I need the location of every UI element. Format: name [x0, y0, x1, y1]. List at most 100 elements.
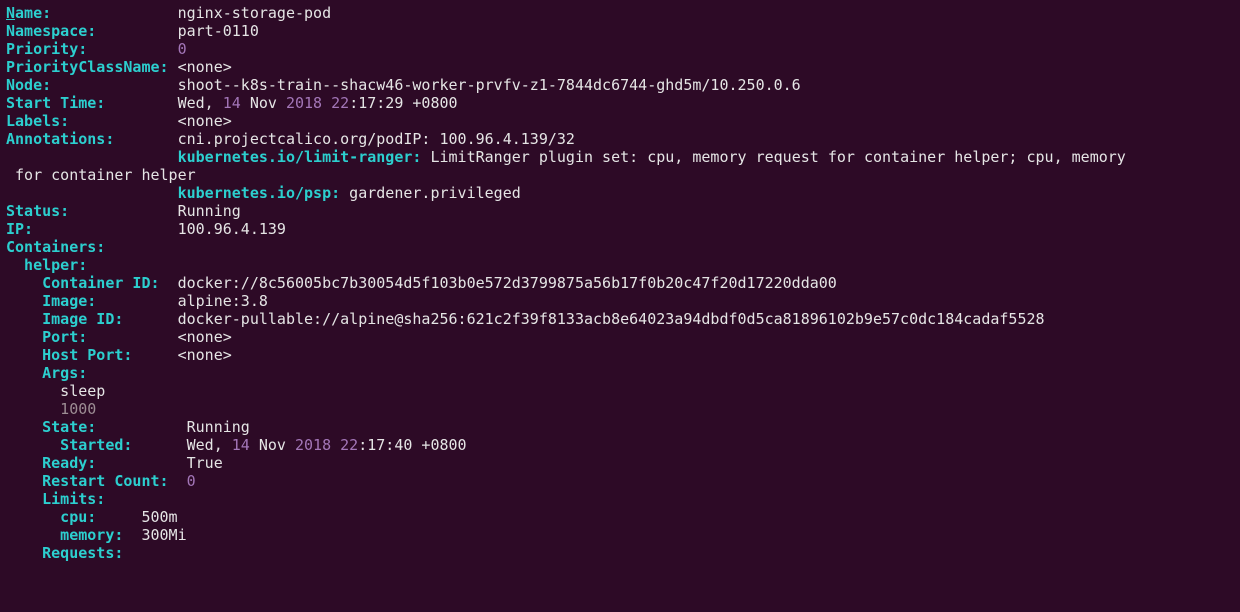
output-line: kubernetes.io/psp: gardener.privileged [6, 184, 1234, 202]
output-line: helper: [6, 256, 1234, 274]
output-line: cpu: 500m [6, 508, 1234, 526]
text-segment: kubernetes.io/limit-ranger: [178, 148, 422, 166]
output-line: kubernetes.io/limit-ranger: LimitRanger … [6, 148, 1234, 166]
text-segment: Port: [6, 328, 178, 346]
output-line: for container helper [6, 166, 1234, 184]
text-segment: 300Mi [141, 526, 186, 544]
text-segment: Image: [6, 292, 178, 310]
text-segment: Annotations: [6, 130, 178, 148]
output-line: Args: [6, 364, 1234, 382]
text-segment: gardener.privileged [340, 184, 521, 202]
output-line: Status: Running [6, 202, 1234, 220]
text-segment: Status: [6, 202, 178, 220]
output-line: Node: shoot--k8s-train--shacw46-worker-p… [6, 76, 1234, 94]
text-segment: State: [6, 418, 187, 436]
text-segment: docker-pullable://alpine@sha256:621c2f39… [178, 310, 1045, 328]
text-segment: LimitRanger plugin set: cpu, memory requ… [421, 148, 1125, 166]
text-segment: :17:40 +0800 [358, 436, 466, 454]
text-segment [322, 94, 331, 112]
text-segment: 14 [232, 436, 250, 454]
output-line: Container ID: docker://8c56005bc7b30054d… [6, 274, 1234, 292]
output-line: State: Running [6, 418, 1234, 436]
text-segment: Started: [6, 436, 187, 454]
output-line: Name: nginx-storage-pod [6, 4, 1234, 22]
output-line: PriorityClassName: <none> [6, 58, 1234, 76]
text-segment: Container ID: [6, 274, 178, 292]
text-segment: 14 [223, 94, 241, 112]
output-line: IP: 100.96.4.139 [6, 220, 1234, 238]
output-line: Restart Count: 0 [6, 472, 1234, 490]
output-line: Annotations: cni.projectcalico.org/podIP… [6, 130, 1234, 148]
output-line: Labels: <none> [6, 112, 1234, 130]
terminal-output[interactable]: Name: nginx-storage-podNamespace: part-0… [0, 0, 1240, 566]
output-line: memory: 300Mi [6, 526, 1234, 544]
text-segment: 100.96.4.139 [178, 220, 286, 238]
output-line: Image: alpine:3.8 [6, 292, 1234, 310]
output-line: Requests: [6, 544, 1234, 562]
output-line: Start Time: Wed, 14 Nov 2018 22:17:29 +0… [6, 94, 1234, 112]
text-segment: for container helper [6, 166, 196, 184]
text-segment: Start Time: [6, 94, 178, 112]
text-segment: N [6, 4, 15, 22]
text-segment: Wed, [187, 436, 232, 454]
text-segment: <none> [178, 112, 232, 130]
text-segment: cni.projectcalico.org/podIP: 100.96.4.13… [178, 130, 575, 148]
text-segment: :17:29 +0800 [349, 94, 457, 112]
text-segment: 0 [187, 472, 196, 490]
text-segment [6, 148, 178, 166]
text-segment: Host Port: [6, 346, 178, 364]
text-segment: Node: [6, 76, 178, 94]
output-line: Image ID: docker-pullable://alpine@sha25… [6, 310, 1234, 328]
text-segment: ame: [15, 4, 178, 22]
output-line: Containers: [6, 238, 1234, 256]
output-line: Priority: 0 [6, 40, 1234, 58]
text-segment: Namespace: [6, 22, 178, 40]
text-segment: <none> [178, 346, 232, 364]
output-line: sleep [6, 382, 1234, 400]
text-segment: Wed, [178, 94, 223, 112]
output-line: Namespace: part-0110 [6, 22, 1234, 40]
text-segment: cpu: [6, 508, 141, 526]
text-segment: sleep [6, 382, 105, 400]
text-segment: Nov [241, 94, 286, 112]
text-segment: Ready: [6, 454, 187, 472]
output-line: 1000 [6, 400, 1234, 418]
text-segment: Image ID: [6, 310, 178, 328]
text-segment: Containers: [6, 238, 105, 256]
text-segment: part-0110 [178, 22, 259, 40]
text-segment: shoot--k8s-train--shacw46-worker-prvfv-z… [178, 76, 801, 94]
text-segment: <none> [178, 328, 232, 346]
text-segment: <none> [178, 58, 232, 76]
text-segment: Nov [250, 436, 295, 454]
output-line: Limits: [6, 490, 1234, 508]
text-segment: Limits: [6, 490, 105, 508]
text-segment: Running [187, 418, 250, 436]
output-line: Started: Wed, 14 Nov 2018 22:17:40 +0800 [6, 436, 1234, 454]
text-segment: Restart Count: [6, 472, 187, 490]
text-segment: 2018 [286, 94, 322, 112]
text-segment: Requests: [6, 544, 123, 562]
text-segment: 2018 [295, 436, 331, 454]
text-segment: IP: [6, 220, 178, 238]
text-segment [6, 184, 178, 202]
text-segment: 22 [331, 94, 349, 112]
text-segment: True [187, 454, 223, 472]
text-segment: helper: [6, 256, 87, 274]
text-segment: nginx-storage-pod [178, 4, 332, 22]
text-segment: 1000 [6, 400, 96, 418]
output-line: Port: <none> [6, 328, 1234, 346]
text-segment: Running [178, 202, 241, 220]
text-segment: 0 [178, 40, 187, 58]
text-segment: Priority: [6, 40, 178, 58]
text-segment: alpine:3.8 [178, 292, 268, 310]
text-segment [331, 436, 340, 454]
text-segment: 22 [340, 436, 358, 454]
text-segment: memory: [6, 526, 141, 544]
output-line: Ready: True [6, 454, 1234, 472]
text-segment: PriorityClassName: [6, 58, 178, 76]
text-segment: docker://8c56005bc7b30054d5f103b0e572d37… [178, 274, 837, 292]
text-segment: Args: [6, 364, 87, 382]
output-line: Host Port: <none> [6, 346, 1234, 364]
text-segment: 500m [141, 508, 177, 526]
text-segment: kubernetes.io/psp: [178, 184, 341, 202]
